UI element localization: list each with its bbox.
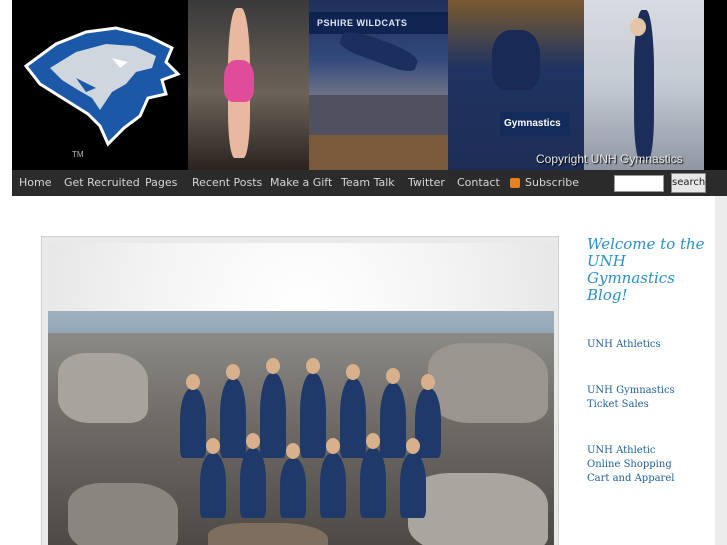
welcome-heading: Welcome to the UNH Gymnastics Blog!	[587, 235, 705, 304]
team-photo-frame	[41, 236, 559, 545]
nav-make-a-gift[interactable]: Make a Gift	[270, 170, 332, 196]
banner-photo-4	[584, 0, 704, 170]
nav-pages[interactable]: Pages	[145, 170, 177, 196]
banner-photo-3: Gymnastics	[448, 0, 584, 170]
link-online-shopping[interactable]: UNH Athletic Online Shopping Cart and Ap…	[587, 444, 677, 486]
main-content: Welcome to the UNH Gymnastics Blog! UNH …	[12, 196, 715, 545]
nav-get-recruited[interactable]: Get Recruited	[64, 170, 140, 196]
banner-photo-1	[188, 0, 309, 170]
team-group	[160, 348, 450, 518]
wildcat-logo-icon	[23, 26, 181, 147]
nav-home[interactable]: Home	[19, 170, 51, 196]
nav-subscribe[interactable]: Subscribe	[525, 170, 579, 196]
nav-twitter[interactable]: Twitter	[408, 170, 445, 196]
page-gutter-right	[715, 196, 727, 545]
nav-recent-posts[interactable]: Recent Posts	[192, 170, 262, 196]
link-ticket-sales[interactable]: UNH Gymnastics Ticket Sales	[587, 384, 697, 412]
banner-photo-2: PSHIRE WILDCATS	[309, 0, 448, 170]
nav-team-talk[interactable]: Team Talk	[341, 170, 395, 196]
wildcats-sign: PSHIRE WILDCATS	[309, 12, 448, 34]
link-unh-athletics[interactable]: UNH Athletics	[587, 338, 697, 352]
gymnastics-sign: Gymnastics	[500, 112, 570, 136]
copyright-text: Copyright UNH Gymnastics	[536, 152, 683, 166]
search-input[interactable]	[614, 175, 664, 192]
page-gutter	[0, 0, 12, 545]
main-nav: Home Get Recruited Pages Recent Posts Ma…	[12, 170, 727, 196]
trademark-mark: TM	[72, 150, 84, 159]
header-banner: TM PSHIRE WILDCATS Gymnastics Copyright …	[12, 0, 727, 170]
search-button[interactable]: search	[671, 173, 706, 193]
wildcat-logo[interactable]: TM	[12, 0, 188, 170]
team-photo[interactable]	[48, 243, 554, 545]
sidebar: Welcome to the UNH Gymnastics Blog! UNH …	[587, 235, 707, 485]
nav-contact[interactable]: Contact	[457, 170, 500, 196]
rss-icon[interactable]	[510, 178, 520, 188]
